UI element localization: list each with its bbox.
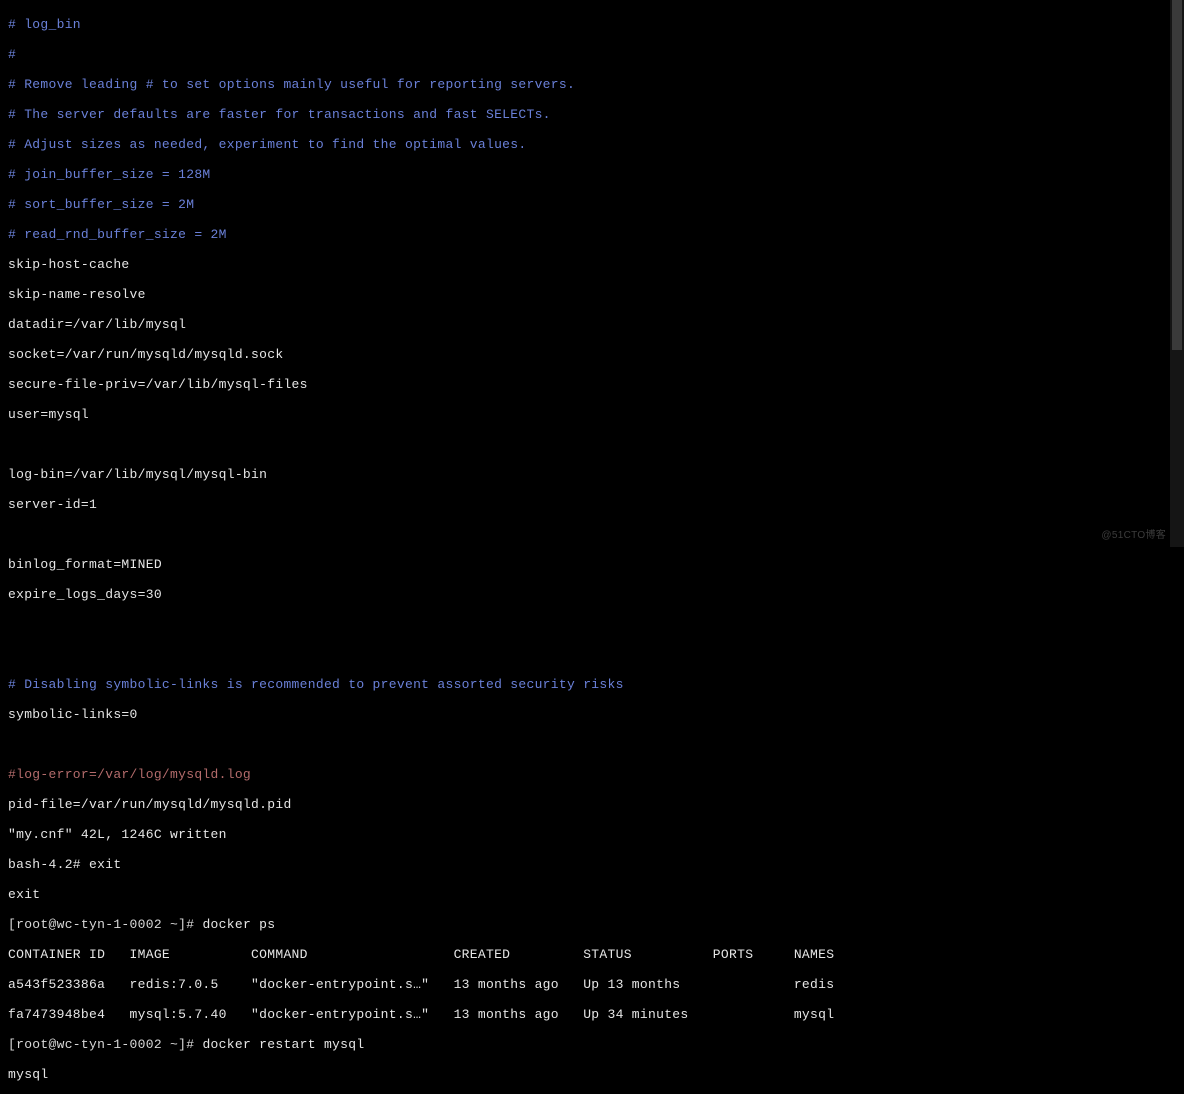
scrollbar-thumb[interactable] — [1172, 0, 1182, 350]
config-value: binlog_format=MINED — [8, 557, 1170, 572]
docker-ps-row: a543f523386a redis:7.0.5 "docker-entrypo… — [8, 977, 1170, 992]
config-value: socket=/var/run/mysqld/mysqld.sock — [8, 347, 1170, 362]
config-value: pid-file=/var/run/mysqld/mysqld.pid — [8, 797, 1170, 812]
shell-prompt-line[interactable]: [root@wc-tyn-1-0002 ~]# docker ps — [8, 917, 1170, 932]
command-output: mysql — [8, 1067, 1170, 1082]
docker-ps-header: CONTAINER ID IMAGE COMMAND CREATED STATU… — [8, 947, 1170, 962]
shell-prompt-line[interactable]: [root@wc-tyn-1-0002 ~]# docker restart m… — [8, 1037, 1170, 1052]
prompt: [root@wc-tyn-1-0002 ~]# — [8, 917, 202, 932]
bash-exit-line: bash-4.2# exit — [8, 857, 1170, 872]
vim-write-status: "my.cnf" 42L, 1246C written — [8, 827, 1170, 842]
config-comment: # sort_buffer_size = 2M — [8, 197, 1170, 212]
watermark: @51CTO博客 — [1101, 528, 1166, 543]
config-value: secure-file-priv=/var/lib/mysql-files — [8, 377, 1170, 392]
config-value: datadir=/var/lib/mysql — [8, 317, 1170, 332]
command: docker restart mysql — [202, 1037, 364, 1052]
scrollbar-track[interactable] — [1170, 0, 1184, 547]
blank-line — [8, 617, 1170, 632]
config-comment: # read_rnd_buffer_size = 2M — [8, 227, 1170, 242]
config-comment: # join_buffer_size = 128M — [8, 167, 1170, 182]
docker-ps-row: fa7473948be4 mysql:5.7.40 "docker-entryp… — [8, 1007, 1170, 1022]
terminal-viewport[interactable]: # log_bin # # Remove leading # to set op… — [0, 0, 1170, 547]
config-value: skip-host-cache — [8, 257, 1170, 272]
command: docker ps — [202, 917, 275, 932]
config-comment: # log_bin — [8, 17, 1170, 32]
config-value: user=mysql — [8, 407, 1170, 422]
config-comment: # Remove leading # to set options mainly… — [8, 77, 1170, 92]
blank-line — [8, 737, 1170, 752]
prompt: [root@wc-tyn-1-0002 ~]# — [8, 1037, 202, 1052]
config-comment: # Disabling symbolic-links is recommende… — [8, 677, 1170, 692]
config-comment: # Adjust sizes as needed, experiment to … — [8, 137, 1170, 152]
config-comment: # The server defaults are faster for tra… — [8, 107, 1170, 122]
config-comment: # — [8, 47, 1170, 62]
exit-output: exit — [8, 887, 1170, 902]
blank-line — [8, 527, 1170, 542]
config-value: server-id=1 — [8, 497, 1170, 512]
config-value: skip-name-resolve — [8, 287, 1170, 302]
blank-line — [8, 647, 1170, 662]
config-value: expire_logs_days=30 — [8, 587, 1170, 602]
blank-line — [8, 437, 1170, 452]
config-value: symbolic-links=0 — [8, 707, 1170, 722]
config-comment-logerror: #log-error=/var/log/mysqld.log — [8, 767, 1170, 782]
config-value: log-bin=/var/lib/mysql/mysql-bin — [8, 467, 1170, 482]
